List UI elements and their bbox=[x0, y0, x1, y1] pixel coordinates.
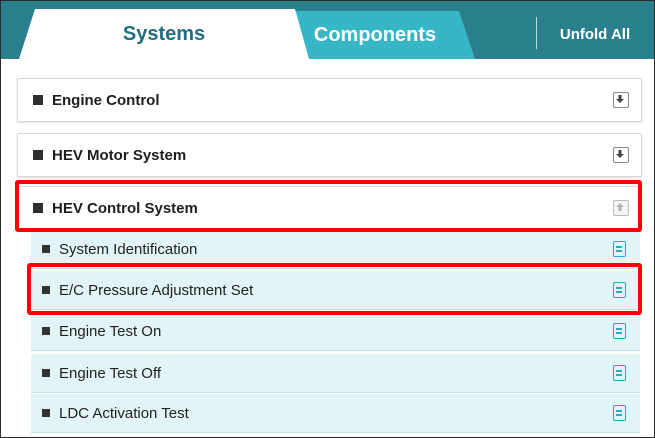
group-hev-control-system[interactable]: HEV Control System bbox=[17, 186, 642, 230]
unfold-all-label: Unfold All bbox=[559, 25, 631, 43]
list-item-label: LDC Activation Test bbox=[59, 404, 189, 422]
systems-list: Engine Control HEV Motor System HEV Cont… bbox=[1, 59, 654, 437]
bullet-square bbox=[33, 203, 43, 213]
list-item-engine-test-on[interactable]: Engine Test On bbox=[31, 312, 640, 351]
bullet-square bbox=[33, 95, 43, 105]
unfold-all-button[interactable]: Unfold All bbox=[537, 11, 653, 57]
group-engine-control[interactable]: Engine Control bbox=[17, 78, 642, 122]
list-item-ec-pressure-adjustment-set[interactable]: E/C Pressure Adjustment Set bbox=[31, 271, 640, 310]
bullet-square bbox=[42, 245, 50, 253]
upload-icon[interactable] bbox=[613, 200, 629, 216]
tab-systems[interactable]: Systems bbox=[19, 9, 309, 59]
group-label: Engine Control bbox=[52, 91, 160, 109]
list-item-engine-test-off[interactable]: Engine Test Off bbox=[31, 354, 640, 393]
bullet-square bbox=[33, 150, 43, 160]
tab-components-label: Components bbox=[313, 23, 437, 46]
document-icon[interactable] bbox=[613, 405, 626, 421]
group-label: HEV Control System bbox=[52, 199, 198, 217]
list-item-ldc-activation-test[interactable]: LDC Activation Test bbox=[31, 394, 640, 433]
app-frame: Components Systems Unfold All Engine Con… bbox=[0, 0, 655, 438]
group-label: HEV Motor System bbox=[52, 146, 187, 164]
document-icon[interactable] bbox=[613, 241, 626, 257]
document-icon[interactable] bbox=[613, 323, 626, 339]
list-item-label: Engine Test On bbox=[59, 322, 162, 340]
list-item-label: Engine Test Off bbox=[59, 364, 162, 382]
download-icon[interactable] bbox=[613, 92, 629, 108]
document-icon[interactable] bbox=[613, 365, 626, 381]
group-hev-motor-system[interactable]: HEV Motor System bbox=[17, 133, 642, 177]
list-item-system-identification[interactable]: System Identification bbox=[31, 230, 640, 269]
tab-systems-label: Systems bbox=[122, 22, 206, 45]
list-item-label: System Identification bbox=[59, 240, 198, 258]
document-icon[interactable] bbox=[613, 282, 626, 298]
bullet-square bbox=[42, 369, 50, 377]
tab-bar: Components Systems Unfold All bbox=[1, 1, 654, 59]
bullet-square bbox=[42, 409, 50, 417]
list-item-label: E/C Pressure Adjustment Set bbox=[59, 281, 254, 299]
download-icon[interactable] bbox=[613, 147, 629, 163]
bullet-square bbox=[42, 286, 50, 294]
bullet-square bbox=[42, 327, 50, 335]
